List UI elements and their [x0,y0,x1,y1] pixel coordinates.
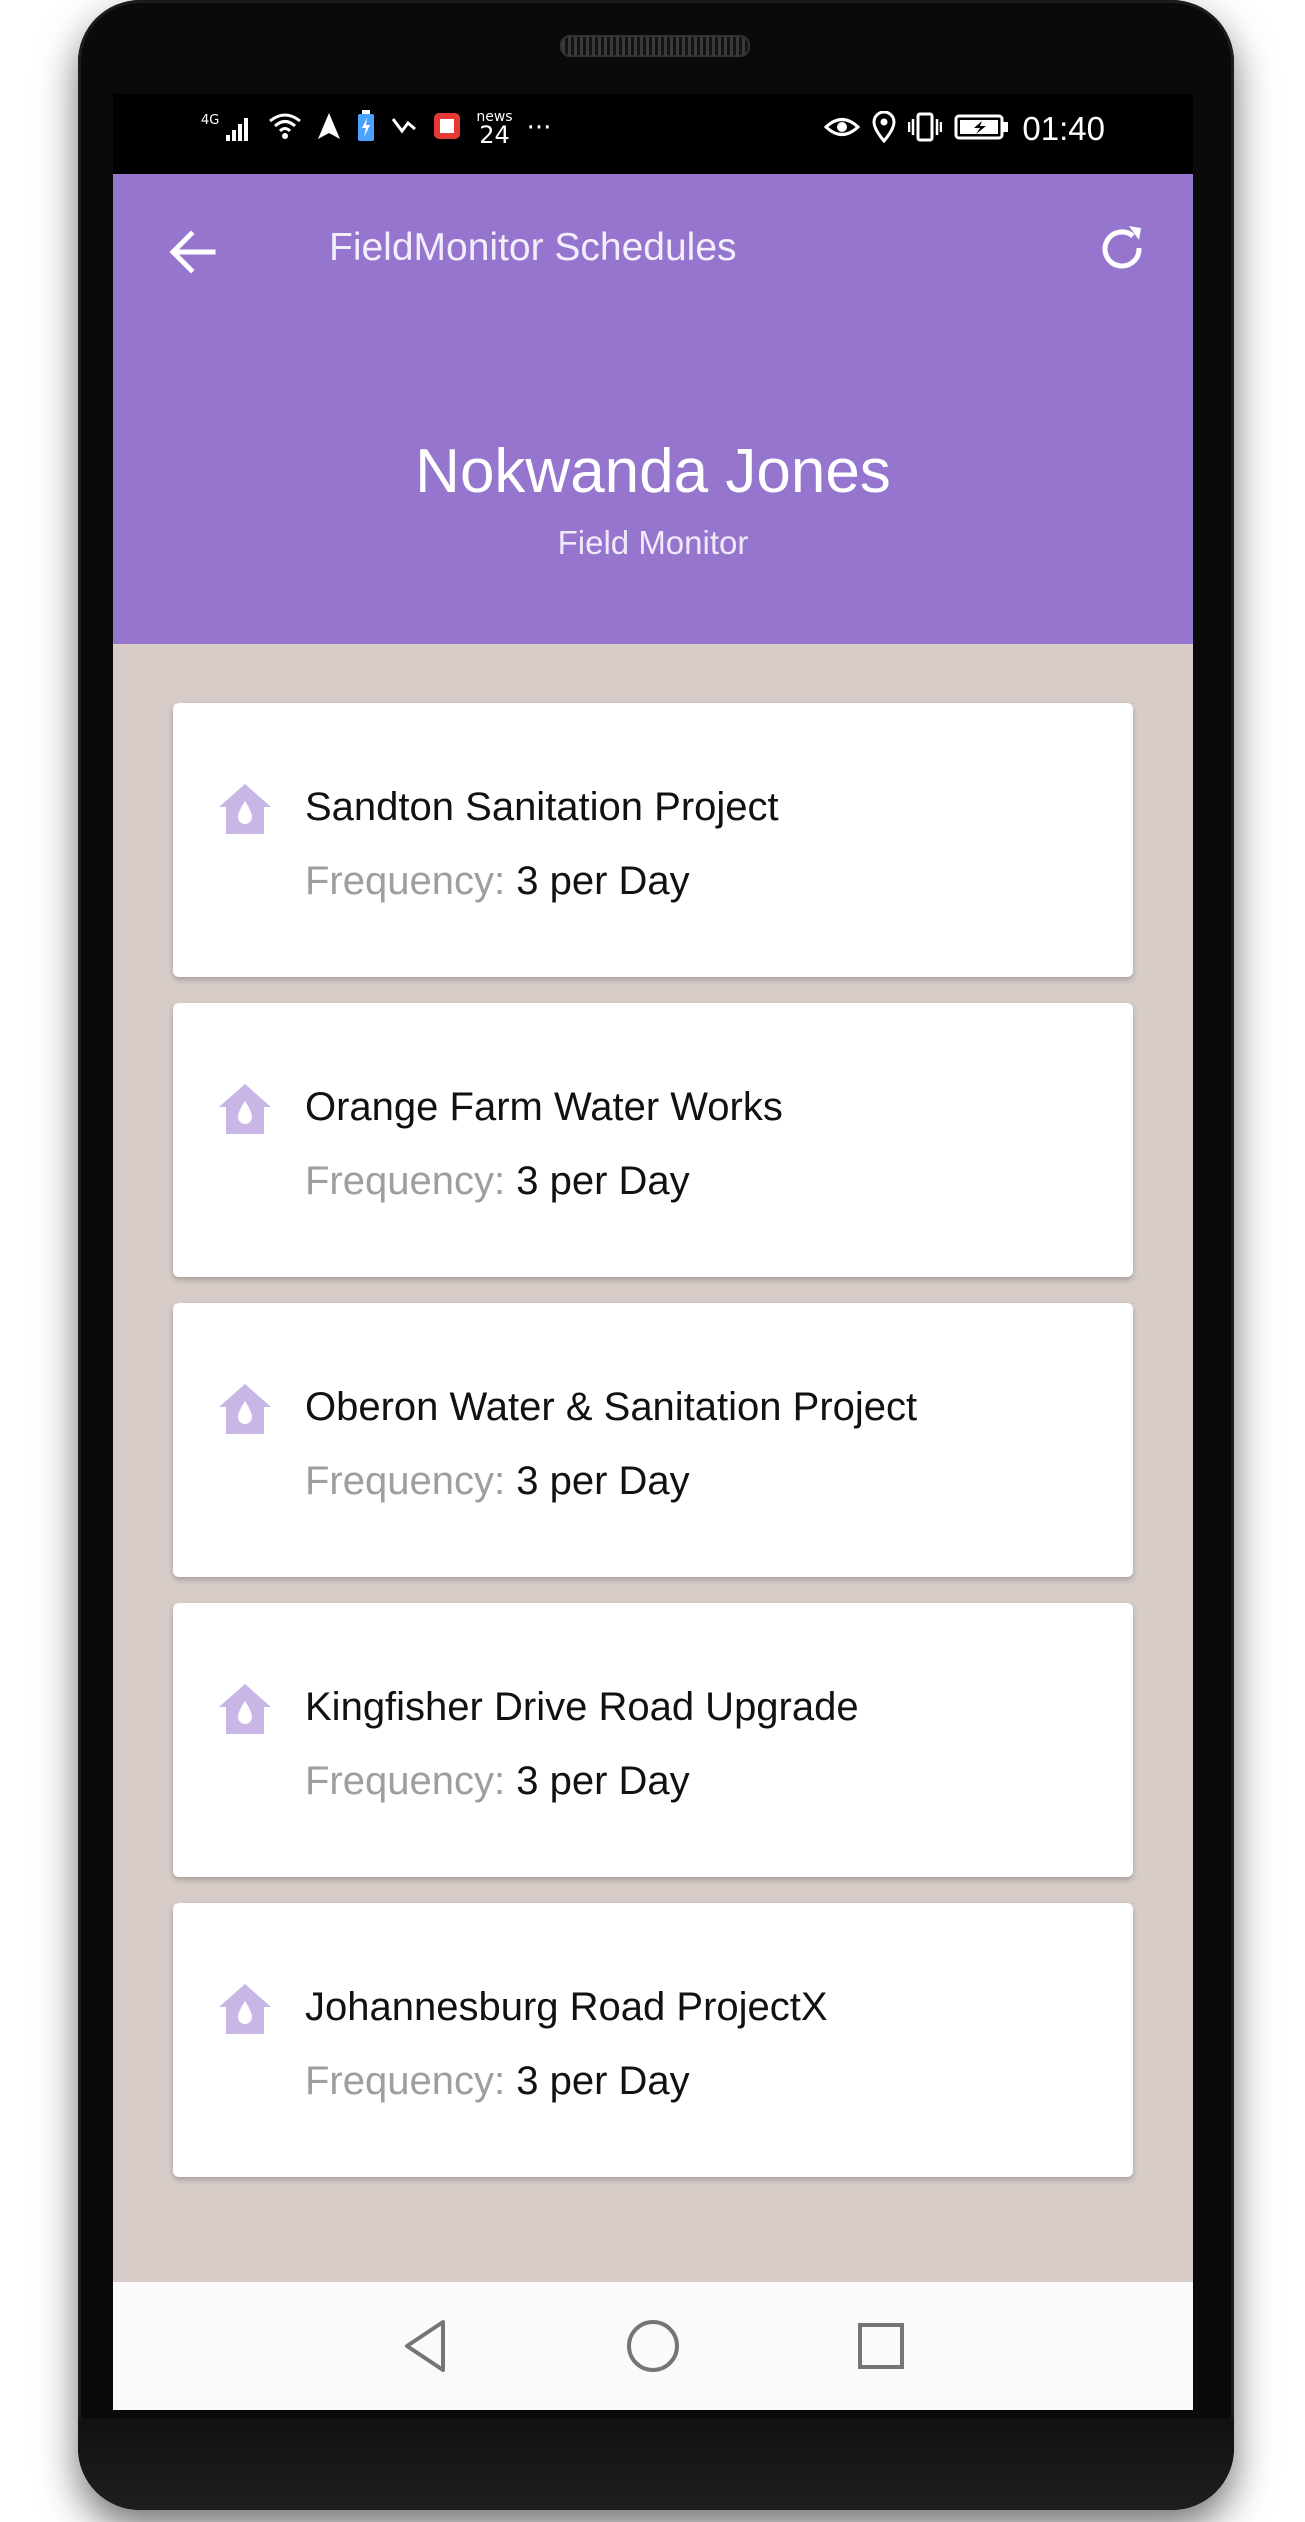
clock: 01:40 [1022,110,1105,147]
schedule-card[interactable]: Sandton Sanitation Project Frequency: 3 … [173,703,1133,977]
schedule-title: Johannesburg Road ProjectX [305,1985,828,2029]
frequency-label: Frequency: [305,859,506,903]
water-house-icon [219,1684,271,1734]
frequency-value: 3 per Day [516,1159,690,1203]
news24-icon: news 24 [476,110,512,149]
status-right-icons: 01:40 [824,110,1105,148]
schedule-list: Sandton Sanitation Project Frequency: 3 … [173,703,1133,2203]
schedule-title: Oberon Water & Sanitation Project [305,1385,918,1429]
page-title: FieldMonitor Schedules [329,226,737,269]
battery-saver-icon [356,110,376,146]
refresh-icon [1102,226,1142,269]
frequency-value: 3 per Day [516,1459,690,1503]
schedule-frequency: Frequency: 3 per Day [305,1159,690,1204]
schedule-title: Kingfisher Drive Road Upgrade [305,1685,859,1729]
user-role: Field Monitor [557,524,749,561]
signal-icon: 4G [201,113,254,143]
frequency-label: Frequency: [305,1459,506,1503]
schedule-title: Orange Farm Water Works [305,1085,783,1129]
nav-home-button[interactable] [621,2314,685,2378]
frequency-label: Frequency: [305,2059,506,2103]
schedule-frequency: Frequency: 3 per Day [305,1759,690,1804]
refresh-button[interactable] [1093,220,1153,280]
nav-back-button[interactable] [395,2314,459,2378]
vibrate-icon [908,111,943,147]
app-notification-icon [432,111,462,145]
app-bar: FieldMonitor Schedules Nokwanda Jones Fi… [113,174,1193,644]
nav-back-icon [405,2320,445,2372]
schedule-card[interactable]: Oberon Water & Sanitation Project Freque… [173,1303,1133,1577]
navigation-bar [113,2282,1193,2410]
status-left-icons: 4G news 24 ··· [201,110,552,149]
schedule-frequency: Frequency: 3 per Day [305,2059,690,2104]
frequency-label: Frequency: [305,1159,506,1203]
earpiece-speaker [560,35,750,57]
arrow-left-icon [169,230,216,274]
frequency-value: 3 per Day [516,1759,690,1803]
eye-comfort-icon [824,112,861,146]
location-pin-icon [872,110,896,147]
frequency-value: 3 per Day [516,859,690,903]
water-house-icon [219,784,271,834]
nav-home-icon [627,2320,679,2372]
frequency-label: Frequency: [305,1759,506,1803]
schedule-card[interactable]: Kingfisher Drive Road Upgrade Frequency:… [173,1603,1133,1877]
nav-recents-button[interactable] [849,2314,913,2378]
water-house-icon [219,1084,271,1134]
frequency-value: 3 per Day [516,2059,690,2103]
nav-recents-icon [858,2323,904,2369]
news-number: 24 [479,120,510,149]
phone-chin [78,2418,1234,2510]
location-arrow-icon [316,111,342,145]
device-screen: 4G news 24 ··· 01:40 FieldMonitor Schedu… [113,94,1193,2410]
schedule-frequency: Frequency: 3 per Day [305,859,690,904]
schedule-card[interactable]: Johannesburg Road ProjectX Frequency: 3 … [173,1903,1133,2177]
more-notifications-icon: ··· [526,113,552,143]
user-name: Nokwanda Jones [415,437,891,506]
back-button[interactable] [163,222,223,282]
schedule-card[interactable]: Orange Farm Water Works Frequency: 3 per… [173,1003,1133,1277]
status-bar: 4G news 24 ··· 01:40 [113,94,1193,174]
network-type: 4G [201,113,220,128]
water-house-icon [219,1984,271,2034]
wifi-icon [268,111,302,145]
water-house-icon [219,1384,271,1434]
battery-charging-icon [954,112,1010,146]
schedule-title: Sandton Sanitation Project [305,785,779,829]
schedule-frequency: Frequency: 3 per Day [305,1459,690,1504]
missed-call-icon [390,111,418,145]
